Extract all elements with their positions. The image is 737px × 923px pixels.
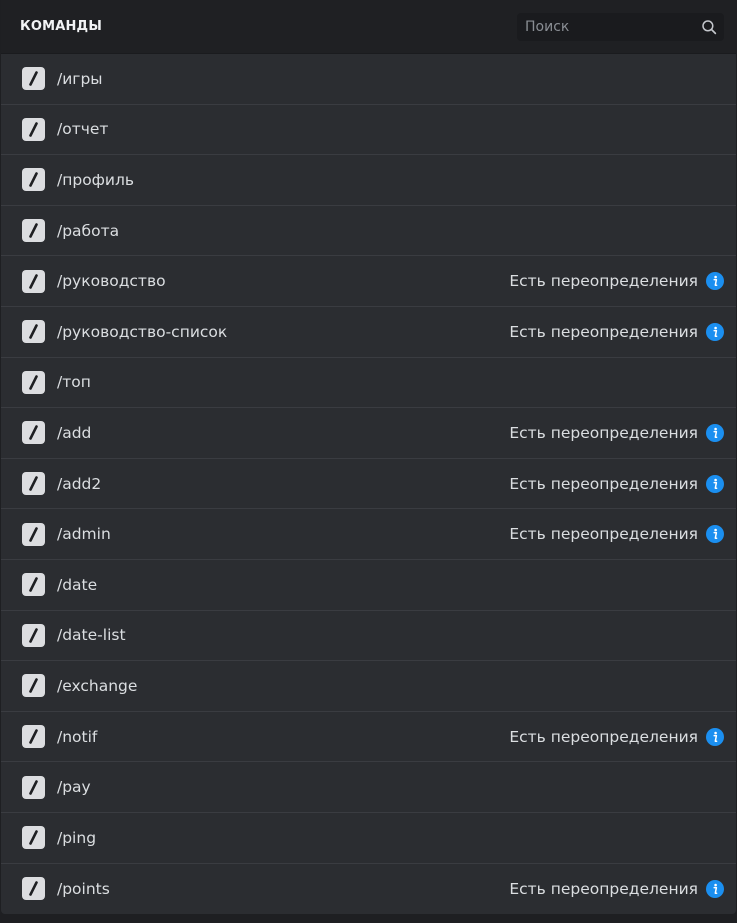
search-box[interactable] (517, 12, 729, 41)
command-row[interactable]: /топ (1, 358, 736, 409)
command-row[interactable]: /руководство Есть переопределения (1, 256, 736, 307)
slash-icon (22, 725, 45, 749)
commands-header: КОМАНДЫ (1, 0, 736, 54)
search-icon[interactable] (700, 18, 718, 36)
commands-panel: КОМАНДЫ /игры/отчет/профиль/работа/руков… (1, 0, 736, 914)
overrides-indicator: Есть переопределения (509, 272, 724, 291)
command-name: /отчет (57, 120, 109, 139)
command-row[interactable]: /points Есть переопределения (1, 864, 736, 915)
command-row[interactable]: /работа (1, 206, 736, 257)
slash-icon (22, 168, 45, 192)
slash-icon (22, 67, 45, 91)
command-row[interactable]: /руководство-список Есть переопределения (1, 307, 736, 358)
command-name: /notif (57, 727, 98, 746)
command-row[interactable]: /игры (1, 54, 736, 105)
slash-icon (22, 320, 45, 344)
overrides-label: Есть переопределения (509, 474, 698, 493)
command-row[interactable]: /date-list (1, 611, 736, 662)
overrides-indicator: Есть переопределения (509, 423, 724, 442)
command-name: /admin (57, 525, 111, 544)
command-name: /игры (57, 69, 103, 88)
info-icon[interactable] (706, 525, 724, 544)
slash-icon (22, 877, 45, 901)
bottom-divider (0, 914, 737, 923)
command-row[interactable]: /date (1, 560, 736, 611)
slash-icon (22, 472, 45, 496)
command-name: /pay (57, 778, 91, 797)
slash-icon (22, 219, 45, 243)
command-row[interactable]: /admin Есть переопределения (1, 509, 736, 560)
command-name: /date (57, 575, 98, 594)
overrides-label: Есть переопределения (509, 272, 698, 291)
command-row[interactable]: /exchange (1, 661, 736, 712)
command-row[interactable]: /add2 Есть переопределения (1, 459, 736, 510)
overrides-indicator: Есть переопределения (509, 525, 724, 544)
slash-icon (22, 573, 45, 597)
info-icon[interactable] (706, 474, 724, 493)
info-icon[interactable] (706, 322, 724, 341)
overrides-label: Есть переопределения (509, 322, 698, 341)
slash-icon (22, 370, 45, 394)
command-name: /points (57, 879, 110, 898)
overrides-label: Есть переопределения (509, 423, 698, 442)
command-row[interactable]: /отчет (1, 105, 736, 156)
command-name: /date-list (57, 626, 126, 645)
command-name: /работа (57, 221, 120, 240)
command-row[interactable]: /add Есть переопределения (1, 408, 736, 459)
slash-icon (22, 117, 45, 141)
overrides-indicator: Есть переопределения (509, 474, 724, 493)
slash-icon (22, 421, 45, 445)
command-row[interactable]: /pay (1, 762, 736, 813)
command-name: /add (57, 423, 92, 442)
command-name: /exchange (57, 676, 138, 695)
command-name: /топ (57, 373, 91, 392)
command-list: /игры/отчет/профиль/работа/руководство Ес… (1, 54, 736, 914)
info-icon[interactable] (706, 727, 724, 746)
command-row[interactable]: /профиль (1, 155, 736, 206)
slash-icon (22, 522, 45, 546)
command-name: /руководство-список (57, 322, 228, 341)
page-title: КОМАНДЫ (20, 19, 103, 34)
slash-icon (22, 826, 45, 850)
slash-icon (22, 674, 45, 698)
info-icon[interactable] (706, 879, 724, 898)
slash-icon (22, 623, 45, 647)
info-icon[interactable] (706, 272, 724, 291)
overrides-label: Есть переопределения (509, 525, 698, 544)
slash-icon (22, 775, 45, 799)
info-icon[interactable] (706, 423, 724, 442)
overrides-indicator: Есть переопределения (509, 727, 724, 746)
command-row[interactable]: /notif Есть переопределения (1, 712, 736, 763)
command-name: /ping (57, 828, 97, 847)
command-name: /руководство (57, 272, 166, 291)
overrides-label: Есть переопределения (509, 879, 698, 898)
overrides-indicator: Есть переопределения (509, 879, 724, 898)
slash-icon (22, 269, 45, 293)
overrides-indicator: Есть переопределения (509, 322, 724, 341)
search-input[interactable] (517, 12, 729, 41)
command-name: /add2 (57, 474, 102, 493)
command-row[interactable]: /ping (1, 813, 736, 864)
overrides-label: Есть переопределения (509, 727, 698, 746)
command-name: /профиль (57, 170, 135, 189)
